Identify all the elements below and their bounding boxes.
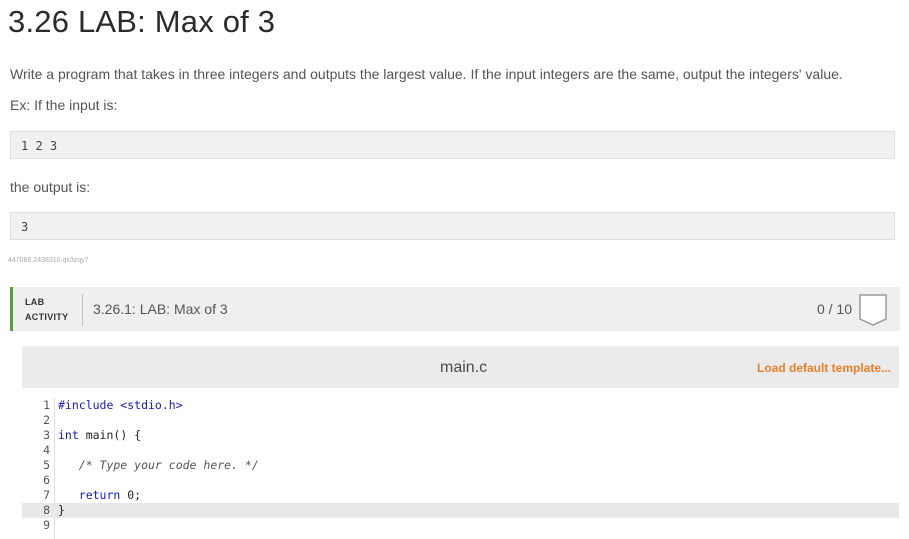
line-number: 6	[43, 473, 50, 487]
code-token: int	[58, 428, 79, 442]
code-line[interactable]: 6	[22, 473, 899, 488]
output-intro: the output is:	[10, 179, 91, 195]
lab-activity-label: LAB ACTIVITY	[25, 295, 68, 325]
line-number: 3	[43, 428, 50, 442]
code-text-area[interactable]: 1 #include <stdio.h> 2 3 int main() { 4 5 /* T…	[22, 398, 899, 539]
code-line[interactable]: 7 return 0;	[22, 488, 899, 503]
code-line-text[interactable]: /* Type your code here. */	[58, 458, 259, 473]
content-id: 447066.2438310.qx3zqy7	[8, 257, 89, 264]
code-editor[interactable]: main.c Load default template... 1 #includ…	[22, 346, 899, 539]
line-number: 8	[43, 503, 50, 517]
example-input-text: 1 2 3	[21, 139, 58, 153]
code-token: main() {	[78, 428, 142, 442]
code-line-text[interactable]: }	[58, 503, 65, 518]
lab-label-line1: LAB	[25, 297, 45, 307]
code-line[interactable]: 4	[22, 443, 899, 458]
lab-separator	[82, 294, 83, 326]
code-line[interactable]: 1 #include <stdio.h>	[22, 398, 899, 413]
line-number: 9	[43, 518, 50, 532]
code-token: /* Type your code here. */	[58, 458, 259, 472]
code-line[interactable]: 3 int main() {	[22, 428, 899, 443]
example-output-box: 3	[10, 212, 895, 240]
line-number: 2	[43, 413, 50, 427]
code-line[interactable]: 8}	[22, 503, 899, 518]
example-input-box: 1 2 3	[10, 131, 895, 159]
line-number: 5	[43, 458, 50, 472]
line-number: 4	[43, 443, 50, 457]
page-title: 3.26 LAB: Max of 3	[8, 4, 276, 39]
example-intro: Ex: If the input is:	[10, 97, 118, 113]
example-output-text: 3	[21, 220, 29, 234]
file-tab-main-c[interactable]: main.c	[440, 359, 487, 377]
code-line-text[interactable]: #include <stdio.h>	[58, 398, 183, 413]
code-line[interactable]: 2	[22, 413, 899, 428]
code-token: return	[78, 488, 121, 502]
editor-tab-bar: main.c Load default template...	[22, 346, 899, 388]
code-token: 0;	[120, 488, 142, 502]
load-default-template-link[interactable]: Load default template...	[757, 361, 891, 375]
code-line-text[interactable]: int main() {	[58, 428, 141, 443]
lab-title: 3.26.1: LAB: Max of 3	[93, 301, 228, 317]
lab-label-line2: ACTIVITY	[25, 312, 69, 322]
lab-activity-header: LAB ACTIVITY 3.26.1: LAB: Max of 3 0 / 1…	[10, 287, 900, 331]
line-number: 1	[43, 398, 50, 412]
score-badge-icon	[858, 293, 888, 332]
code-line-text[interactable]: return 0;	[58, 488, 141, 503]
lab-score: 0 / 10	[816, 301, 852, 317]
code-token: }	[58, 503, 65, 517]
code-line[interactable]: 5 /* Type your code here. */	[22, 458, 899, 473]
problem-description: Write a program that takes in three inte…	[10, 66, 843, 82]
code-token: #include <stdio.h>	[58, 398, 183, 412]
line-number: 7	[43, 488, 50, 502]
code-line[interactable]: 9	[22, 518, 899, 533]
